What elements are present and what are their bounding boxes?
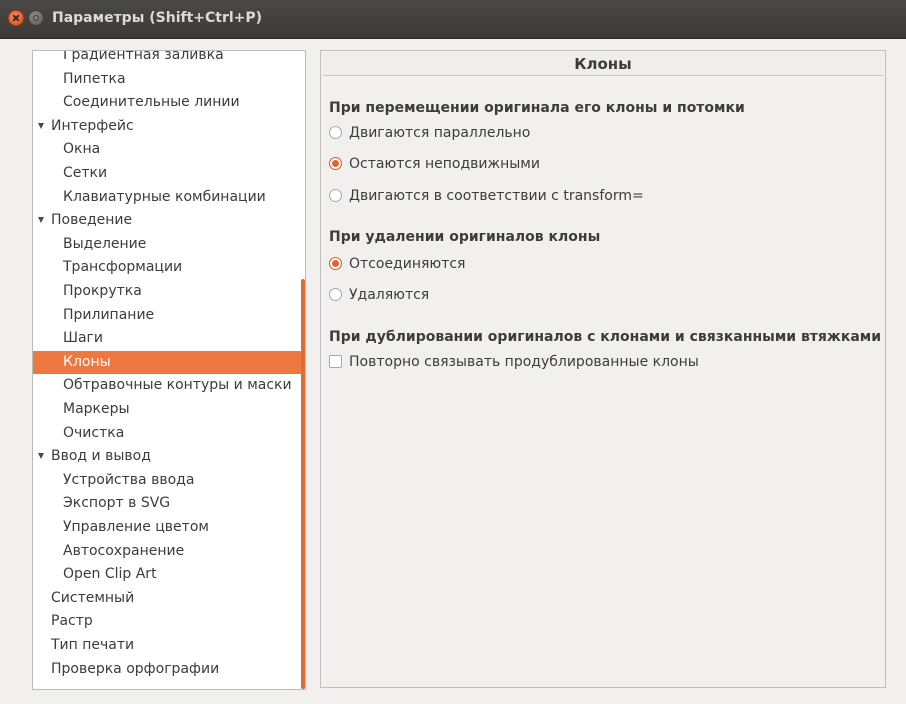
preferences-nav-tree[interactable]: Градиентная заливка Пипетка Соединительные…: [32, 50, 306, 690]
sidebar-item[interactable]: Маркеры: [33, 398, 303, 421]
sidebar-item[interactable]: Выделение: [33, 233, 303, 256]
sidebar-item-label: Проверка орфографии: [51, 660, 220, 677]
sidebar-item-label: Шаги: [63, 330, 104, 347]
sidebar-item[interactable]: Градиентная заливка: [33, 50, 303, 67]
sidebar-item[interactable]: Растр: [33, 610, 303, 633]
sidebar-item[interactable]: Прилипание: [33, 304, 303, 327]
sidebar-item-label: Растр: [51, 613, 93, 630]
sidebar-item[interactable]: Проверка орфографии: [33, 658, 303, 681]
delete-section-title: При удалении оригиналов клоны: [329, 229, 601, 245]
clones-preferences-panel: Клоны При перемещении оригинала его клон…: [320, 50, 886, 688]
sidebar-item[interactable]: Окна: [33, 138, 303, 161]
sidebar-item[interactable]: Клавиатурные комбинации: [33, 186, 303, 209]
sidebar-item[interactable]: Open Clip Art: [33, 563, 303, 586]
sidebar-item-label: Интерфейс: [51, 117, 134, 134]
radio-button-checked-icon[interactable]: [329, 257, 342, 270]
radio-button-icon[interactable]: [329, 189, 342, 202]
sidebar-item-label: Пипетка: [63, 70, 126, 87]
sidebar-item-label: Поведение: [51, 212, 133, 229]
move-section-title: При перемещении оригинала его клоны и по…: [329, 100, 745, 116]
sidebar-item-label: Градиентная заливка: [63, 50, 224, 63]
radio-label: Двигаются в соответствии с transform=: [349, 188, 644, 204]
sidebar-item[interactable]: Клоны: [33, 350, 303, 374]
sidebar-item-label: Выделение: [63, 235, 147, 252]
checkbox-label: Повторно связывать продублированные клон…: [349, 354, 699, 370]
sidebar-item-label: Окна: [63, 141, 101, 158]
sidebar-item-label: Управление цветом: [63, 519, 209, 535]
radio-button-icon[interactable]: [329, 288, 342, 301]
sidebar-item-label: Трансформации: [63, 259, 183, 276]
sidebar-item[interactable]: Системный: [33, 587, 303, 610]
panel-title: Клоны: [323, 53, 883, 76]
sidebar-item[interactable]: Пипетка: [33, 68, 303, 91]
sidebar-item-label: Системный: [51, 589, 135, 606]
radio-button-icon[interactable]: [329, 126, 342, 139]
sidebar-item[interactable]: Автосохранение: [33, 540, 303, 563]
sidebar-item[interactable]: Соединительные линии: [33, 91, 303, 114]
radio-button-checked-icon[interactable]: [329, 157, 342, 170]
sidebar-item-label: Клоны: [63, 353, 111, 370]
sidebar-item-label: Прокрутка: [63, 283, 142, 299]
sidebar-item[interactable]: Интерфейс: [33, 115, 303, 138]
sidebar-item[interactable]: Прокрутка: [33, 280, 303, 303]
nav-scrollbar[interactable]: [301, 279, 305, 689]
sidebar-item-label: Сетки: [63, 165, 108, 181]
sidebar-item-label: Маркеры: [63, 401, 130, 417]
radio-label: Отсоединяются: [349, 256, 466, 272]
radio-label: Удаляются: [349, 287, 430, 303]
close-window-icon[interactable]: [8, 10, 24, 26]
sidebar-item[interactable]: Управление цветом: [33, 516, 303, 539]
radio-label: Остаются неподвижными: [349, 156, 540, 172]
sidebar-item-label: Клавиатурные комбинации: [63, 188, 266, 205]
sidebar-item[interactable]: Обтравочные контуры и маски: [33, 374, 303, 397]
checkbox-icon[interactable]: [329, 355, 342, 368]
window-titlebar: Параметры (Shift+Ctrl+P): [0, 0, 906, 39]
sidebar-item-label: Устройства ввода: [63, 471, 195, 488]
expander-arrow-icon[interactable]: [38, 453, 44, 460]
sidebar-item[interactable]: Поведение: [33, 209, 303, 232]
expander-arrow-icon[interactable]: [38, 217, 44, 224]
sidebar-item-label: Ввод и вывод: [51, 448, 151, 465]
sidebar-item-label: Прилипание: [63, 306, 155, 323]
duplicate-section-title: При дублировании оригиналов с клонами и …: [329, 329, 882, 345]
expander-arrow-icon[interactable]: [38, 122, 44, 129]
window-title: Параметры (Shift+Ctrl+P): [52, 10, 263, 26]
sidebar-item-label: Соединительные линии: [63, 94, 240, 111]
minimize-window-icon[interactable]: [28, 10, 44, 26]
radio-label: Двигаются параллельно: [349, 125, 531, 141]
sidebar-item[interactable]: Очистка: [33, 422, 303, 445]
sidebar-item[interactable]: Трансформации: [33, 256, 303, 279]
sidebar-item[interactable]: Экспорт в SVG: [33, 492, 303, 515]
sidebar-item[interactable]: Сетки: [33, 162, 303, 185]
sidebar-item[interactable]: Устройства ввода: [33, 469, 303, 492]
sidebar-item-label: Тип печати: [51, 637, 135, 653]
sidebar-item-label: Автосохранение: [63, 542, 185, 559]
sidebar-item-label: Обтравочные контуры и маски: [63, 377, 292, 394]
sidebar-item-label: Open Clip Art: [63, 566, 157, 583]
sidebar-item[interactable]: Ввод и вывод: [33, 445, 303, 468]
sidebar-item-label: Экспорт в SVG: [63, 495, 171, 512]
sidebar-item-label: Очистка: [63, 424, 125, 441]
sidebar-item[interactable]: Тип печати: [33, 634, 303, 657]
sidebar-item[interactable]: Шаги: [33, 327, 303, 350]
